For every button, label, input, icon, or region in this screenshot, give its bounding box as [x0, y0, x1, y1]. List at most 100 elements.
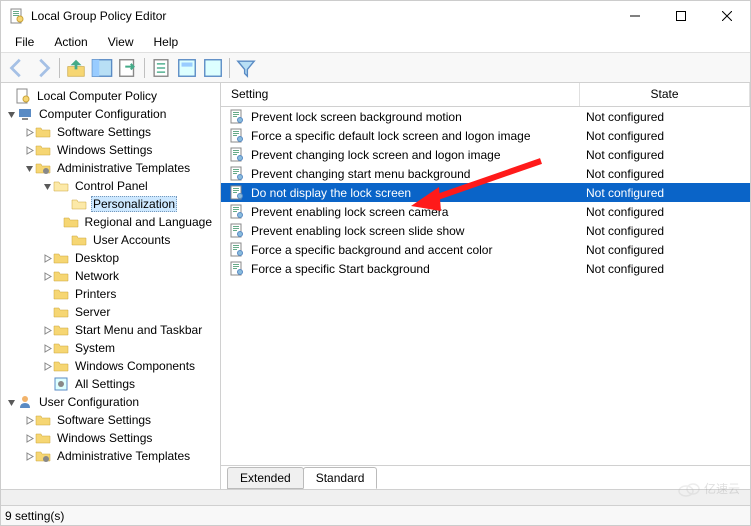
chevron-right-icon[interactable] [41, 254, 53, 263]
tree-regional[interactable]: Regional and Language [1, 213, 220, 231]
user-icon [17, 394, 33, 410]
folder-icon [53, 250, 69, 266]
menu-file[interactable]: File [7, 33, 42, 51]
tree-user-config[interactable]: User Configuration [1, 393, 220, 411]
folder-icon [53, 340, 69, 356]
chevron-right-icon[interactable] [23, 146, 35, 155]
tree-software-settings[interactable]: Software Settings [1, 123, 220, 141]
list-row[interactable]: Force a specific Start backgroundNot con… [221, 259, 750, 278]
menu-help[interactable]: Help [146, 33, 187, 51]
tree-server[interactable]: Server [1, 303, 220, 321]
setting-name: Prevent enabling lock screen camera [251, 205, 580, 219]
tree-label: Windows Settings [55, 143, 154, 157]
title-bar: Local Group Policy Editor [1, 1, 750, 31]
list-row[interactable]: Prevent changing start menu backgroundNo… [221, 164, 750, 183]
tree-label: Regional and Language [83, 215, 214, 229]
tree-label: Windows Components [73, 359, 197, 373]
menu-bar: File Action View Help [1, 31, 750, 53]
policy-icon [15, 88, 31, 104]
maximize-button[interactable] [658, 1, 704, 31]
folder-icon [35, 124, 51, 140]
list-row[interactable]: Prevent changing lock screen and logon i… [221, 145, 750, 164]
minimize-button[interactable] [612, 1, 658, 31]
forward-button[interactable] [31, 56, 55, 80]
folder-icon [53, 358, 69, 374]
list-header: Setting State [221, 83, 750, 107]
chevron-right-icon[interactable] [23, 452, 35, 461]
tree-desktop[interactable]: Desktop [1, 249, 220, 267]
list-row[interactable]: Prevent lock screen background motionNot… [221, 107, 750, 126]
chevron-down-icon[interactable] [23, 164, 35, 173]
window-controls [612, 1, 750, 31]
settings-icon [53, 376, 69, 392]
list-row[interactable]: Do not display the lock screenNot config… [221, 183, 750, 202]
tree-u-admin-templates[interactable]: Administrative Templates [1, 447, 220, 465]
tree-personalization[interactable]: Personalization [1, 195, 220, 213]
policy-item-icon [229, 204, 245, 220]
chevron-right-icon[interactable] [41, 272, 53, 281]
list-row[interactable]: Force a specific background and accent c… [221, 240, 750, 259]
chevron-right-icon[interactable] [23, 416, 35, 425]
column-header-state[interactable]: State [580, 83, 750, 106]
export-button[interactable] [116, 56, 140, 80]
computer-icon [17, 106, 33, 122]
tree-start-menu[interactable]: Start Menu and Taskbar [1, 321, 220, 339]
list-body[interactable]: Prevent lock screen background motionNot… [221, 107, 750, 465]
tree-control-panel[interactable]: Control Panel [1, 177, 220, 195]
watermark-text: 亿速云 [704, 480, 740, 497]
folder-gear-icon [35, 160, 51, 176]
tree-windows-settings[interactable]: Windows Settings [1, 141, 220, 159]
tree-root[interactable]: Local Computer Policy [1, 87, 220, 105]
chevron-right-icon[interactable] [23, 128, 35, 137]
toolbar-separator [144, 58, 145, 78]
folder-icon [35, 412, 51, 428]
list-row[interactable]: Prevent enabling lock screen cameraNot c… [221, 202, 750, 221]
filter-button[interactable] [234, 56, 258, 80]
setting-name: Force a specific background and accent c… [251, 243, 580, 257]
chevron-down-icon[interactable] [5, 110, 17, 119]
tree-u-windows-settings[interactable]: Windows Settings [1, 429, 220, 447]
chevron-down-icon[interactable] [41, 182, 53, 191]
policy-item-icon [229, 185, 245, 201]
chevron-right-icon[interactable] [41, 326, 53, 335]
menu-action[interactable]: Action [46, 33, 95, 51]
tabs-bar: Extended Standard [221, 465, 750, 489]
column-header-setting[interactable]: Setting [221, 83, 580, 106]
tree-computer-config[interactable]: Computer Configuration [1, 105, 220, 123]
tree-network[interactable]: Network [1, 267, 220, 285]
menu-view[interactable]: View [100, 33, 142, 51]
close-button[interactable] [704, 1, 750, 31]
folder-icon [63, 214, 79, 230]
list-row[interactable]: Force a specific default lock screen and… [221, 126, 750, 145]
back-button[interactable] [5, 56, 29, 80]
tree-all-settings[interactable]: All Settings [1, 375, 220, 393]
chevron-down-icon[interactable] [5, 398, 17, 407]
up-button[interactable] [64, 56, 88, 80]
folder-icon [53, 322, 69, 338]
tree-user-accounts[interactable]: User Accounts [1, 231, 220, 249]
chevron-right-icon[interactable] [23, 434, 35, 443]
tree-win-components[interactable]: Windows Components [1, 357, 220, 375]
tree-admin-templates[interactable]: Administrative Templates [1, 159, 220, 177]
properties-button[interactable] [175, 56, 199, 80]
tree-hscroll[interactable] [1, 490, 221, 505]
help-button[interactable] [201, 56, 225, 80]
tree-label: Network [73, 269, 121, 283]
list-row[interactable]: Prevent enabling lock screen slide showN… [221, 221, 750, 240]
tree-u-software-settings[interactable]: Software Settings [1, 411, 220, 429]
setting-state: Not configured [580, 224, 750, 238]
tree-pane[interactable]: Local Computer Policy Computer Configura… [1, 83, 221, 489]
tab-standard[interactable]: Standard [303, 467, 378, 489]
folder-icon [53, 268, 69, 284]
tab-extended[interactable]: Extended [227, 467, 304, 489]
setting-state: Not configured [580, 129, 750, 143]
tree-printers[interactable]: Printers [1, 285, 220, 303]
tree-label: Windows Settings [55, 431, 154, 445]
refresh-button[interactable] [149, 56, 173, 80]
chevron-right-icon[interactable] [41, 362, 53, 371]
show-hide-tree-button[interactable] [90, 56, 114, 80]
chevron-right-icon[interactable] [41, 344, 53, 353]
setting-name: Do not display the lock screen [251, 186, 580, 200]
window-title: Local Group Policy Editor [31, 9, 612, 23]
tree-system[interactable]: System [1, 339, 220, 357]
